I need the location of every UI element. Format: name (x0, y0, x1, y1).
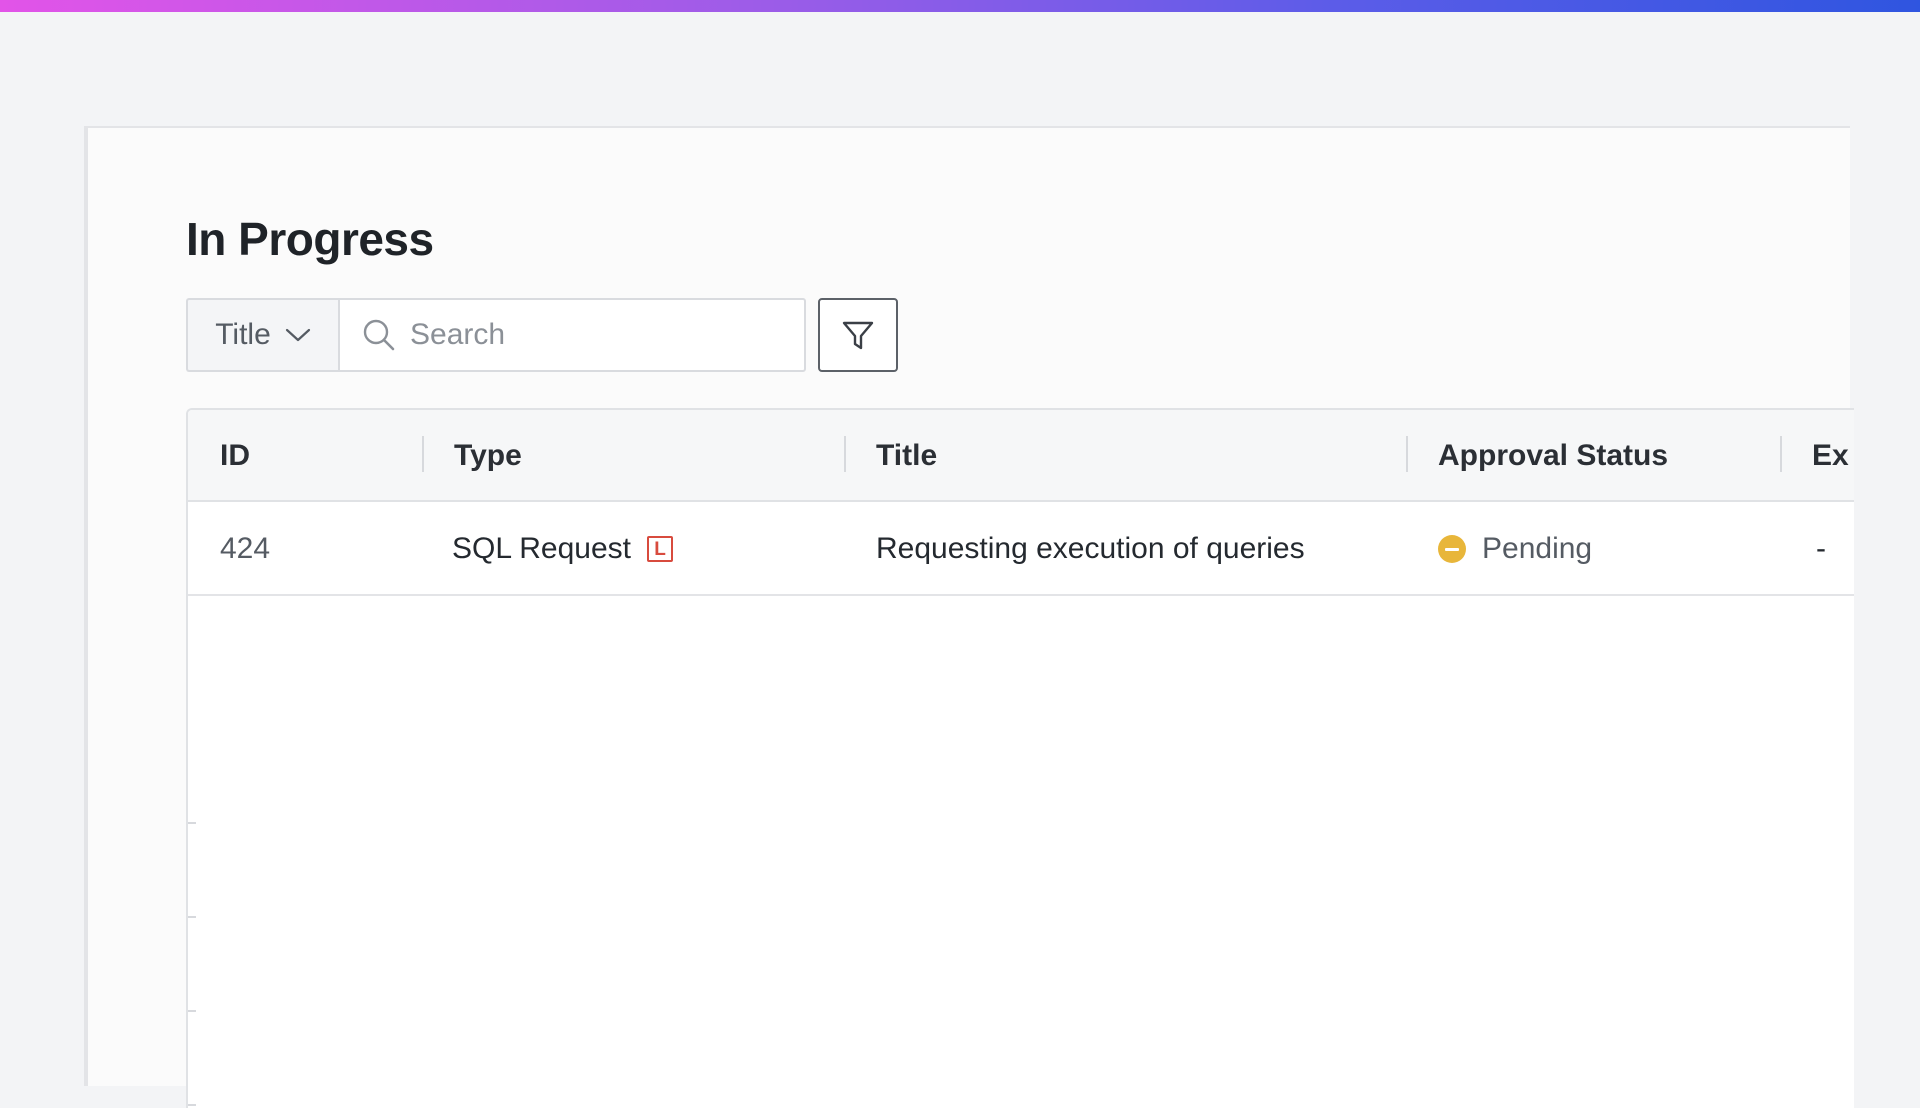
filter-button[interactable] (818, 298, 898, 372)
type-badge: L (647, 536, 673, 562)
row-title[interactable]: Requesting execution of queries (876, 502, 1305, 596)
row-type: SQL Request L (452, 502, 673, 596)
column-divider[interactable] (1406, 436, 1408, 472)
table-row[interactable]: 424 SQL Request L Requesting execution o… (188, 502, 1854, 596)
search-input[interactable] (410, 318, 790, 352)
row-tick (188, 1104, 196, 1106)
filter-icon (842, 321, 874, 350)
requests-table: ID Type Title Approval Status Ex 424 SQL… (186, 408, 1854, 1108)
row-type-label: SQL Request (452, 532, 631, 565)
page-title: In Progress (186, 213, 434, 265)
column-divider[interactable] (1780, 436, 1782, 472)
search-field-select[interactable]: Title (186, 298, 338, 372)
pending-status-icon (1438, 535, 1466, 563)
column-divider[interactable] (844, 436, 846, 472)
row-id: 424 (220, 532, 271, 565)
row-approval-status: Pending (1438, 502, 1592, 596)
status-label: Pending (1482, 532, 1593, 565)
column-header-title[interactable]: Title (876, 410, 937, 502)
column-header-approval-status[interactable]: Approval Status (1438, 410, 1668, 502)
row-tick (188, 916, 196, 918)
column-header-id[interactable]: ID (220, 410, 250, 502)
main-panel: In Progress Title ID Type Title (84, 126, 1854, 1108)
search-icon (363, 319, 395, 351)
search-toolbar: Title (186, 298, 898, 372)
row-extra: - (1816, 532, 1826, 565)
column-header-ex[interactable]: Ex (1812, 410, 1849, 502)
row-tick (188, 822, 196, 824)
search-box[interactable] (338, 298, 806, 372)
top-accent-bar (0, 0, 1920, 12)
row-tick (188, 1010, 196, 1012)
search-field-label: Title (215, 318, 271, 351)
table-header: ID Type Title Approval Status Ex (188, 410, 1854, 502)
column-divider[interactable] (422, 436, 424, 472)
column-header-type[interactable]: Type (454, 410, 522, 502)
chevron-down-icon (285, 328, 310, 342)
